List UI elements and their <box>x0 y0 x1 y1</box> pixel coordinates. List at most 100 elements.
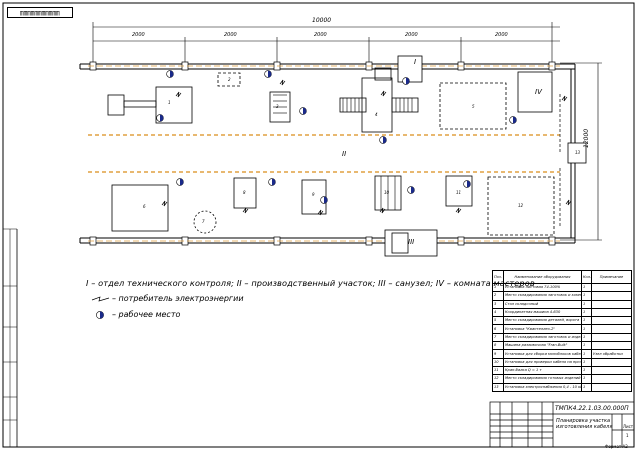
cell-name: Стол складочный <box>503 299 582 309</box>
cell-name: Установка "Квантеллео-2" <box>503 324 582 334</box>
table-row: 9 Установка для сборки моноблоков кабеля 1… <box>492 349 632 359</box>
pos-3: 3 <box>276 104 279 109</box>
cell-qty: 1 <box>581 349 592 359</box>
pos-1: 1 <box>168 100 171 105</box>
cell-name: Установка листовая 74-100% <box>503 282 582 293</box>
eq-1b <box>123 100 157 108</box>
power-consumer-symbols <box>91 79 572 302</box>
cell-note <box>591 299 632 309</box>
header-note: Примечание <box>591 270 632 284</box>
table-row: 1 Установка листовая 74-100% 1 <box>492 282 632 293</box>
cell-pos: 11 <box>492 365 504 376</box>
doc-title: Планировка участка изготовления кабеля <box>556 418 613 430</box>
legend-workplace: – рабочее место <box>112 310 181 319</box>
room-I <box>397 55 423 83</box>
cell-qty: 1 <box>581 324 592 334</box>
dim-side: 12000 <box>583 128 590 148</box>
eq-6 <box>111 184 169 232</box>
cell-qty: 1 <box>581 382 592 392</box>
header-name: Наименование оборудования <box>503 270 582 284</box>
cell-pos: 9 <box>492 349 504 359</box>
drawing-sheet: ШШШШШШШШШШШ 10000 2000 2000 2000 2000 20… <box>0 0 637 450</box>
cell-name: Место складирования заготовок и комплект… <box>503 291 582 301</box>
cell-name: Установка электроснабжения 0,4 - 10 кВ <box>503 382 582 392</box>
cell-name: Установка для сборки моноблоков кабеля <box>503 349 582 359</box>
cell-pos: 6 <box>492 324 504 334</box>
zone-label-I: I <box>414 58 417 66</box>
equipment-table: Поз. обозн. Наименование оборудования Ко… <box>492 270 632 392</box>
eq-4 <box>361 77 393 133</box>
cell-note <box>591 365 632 376</box>
cell-qty: 1 <box>581 299 592 309</box>
cell-note <box>591 307 632 318</box>
table-row: 12 Место складирования готовых изделий 1 <box>492 374 632 384</box>
cell-note: Узел обработки <box>591 349 632 359</box>
cell-note <box>591 357 632 367</box>
eq-1a <box>107 94 125 116</box>
cell-note <box>591 374 632 384</box>
pos-8: 8 <box>243 190 246 195</box>
zone-label-IV: IV <box>535 88 542 96</box>
corner-stamp: ШШШШШШШШШШШ <box>7 7 73 18</box>
cell-pos: 2 <box>492 291 504 301</box>
cell-note <box>591 332 632 343</box>
left-stamp-columns <box>3 228 17 447</box>
sheet-number: 1 <box>626 433 629 438</box>
legend-power-icon <box>91 296 110 302</box>
walls <box>79 63 576 244</box>
sheet-label: Лист <box>623 424 634 429</box>
cell-pos: 10 <box>492 357 504 367</box>
pos-9: 9 <box>312 192 315 197</box>
dim-span-4: 2000 <box>405 32 418 38</box>
cell-pos: 7 <box>492 332 504 343</box>
cell-pos: 4 <box>492 307 504 318</box>
pos-11: 11 <box>456 190 462 195</box>
pos-4: 4 <box>375 112 378 117</box>
table-row: 4 Координатная машина 4-630 1 <box>492 307 632 318</box>
zone-label-III: III <box>408 238 415 246</box>
table-row: 7 Место складирования заготовок и изделий… <box>492 332 632 343</box>
pos-6: 6 <box>143 204 146 209</box>
cell-note <box>591 324 632 334</box>
cell-note <box>591 316 632 326</box>
cell-note <box>591 291 632 301</box>
table-row: 8 Машина разливочная "Fran-Bulk" 1 <box>492 341 632 351</box>
table-row: 3 Стол складочный 1 <box>492 299 632 309</box>
header-pos: Поз. обозн. <box>492 270 504 284</box>
cell-qty: 1 <box>581 291 592 301</box>
wall-axis-lines <box>88 65 560 242</box>
cell-pos: 12 <box>492 374 504 384</box>
cell-name: Координатная машина 4-630 <box>503 307 582 318</box>
cell-name: Машина разливочная "Fran-Bulk" <box>503 341 582 351</box>
zone-label-II: II <box>342 150 347 158</box>
cell-pos: 3 <box>492 299 504 309</box>
cell-name: Установка для проверки кабеля на прочнос… <box>503 357 582 367</box>
legend-title: I – отдел технического контроля; II – пр… <box>86 278 535 288</box>
wall-columns <box>89 61 556 246</box>
dim-span-3: 2000 <box>314 32 327 38</box>
dim-span-5: 2000 <box>495 32 508 38</box>
table-row: 6 Установка "Квантеллео-2" 1 <box>492 324 632 334</box>
table-row: 5 Место складирования деталей, ворота 1 <box>492 316 632 326</box>
cell-qty: 1 <box>581 365 592 376</box>
cell-qty: 1 <box>581 341 592 351</box>
doc-code: ТМПК4.22.1.03.00.000П <box>555 405 629 412</box>
cell-qty: 1 <box>581 332 592 343</box>
format-label: Формат A2 <box>605 444 628 449</box>
table-row: 2Место складирования заготовок и комплек… <box>492 291 632 301</box>
table-header-row: Поз. обозн. Наименование оборудования Ко… <box>492 270 632 284</box>
cell-name: Место складирования деталей, ворота <box>503 316 582 326</box>
cell-qty: 1 <box>581 357 592 367</box>
cell-name: Кран-балка Q = 1 т <box>503 365 582 376</box>
table-row: 13 Установка электроснабжения 0,4 - 10 кВ… <box>492 382 632 392</box>
corner-stamp-text: ШШШШШШШШШШШ <box>20 9 60 16</box>
cell-qty: 1 <box>581 307 592 318</box>
eq-7 <box>193 210 217 234</box>
cell-pos: 8 <box>492 341 504 351</box>
pos-10: 10 <box>384 190 390 195</box>
dim-total: 10000 <box>312 17 332 24</box>
dim-span-2: 2000 <box>224 32 237 38</box>
legend-workplace-icon <box>96 311 104 319</box>
cell-note <box>591 341 632 351</box>
cell-pos: 13 <box>492 382 504 392</box>
